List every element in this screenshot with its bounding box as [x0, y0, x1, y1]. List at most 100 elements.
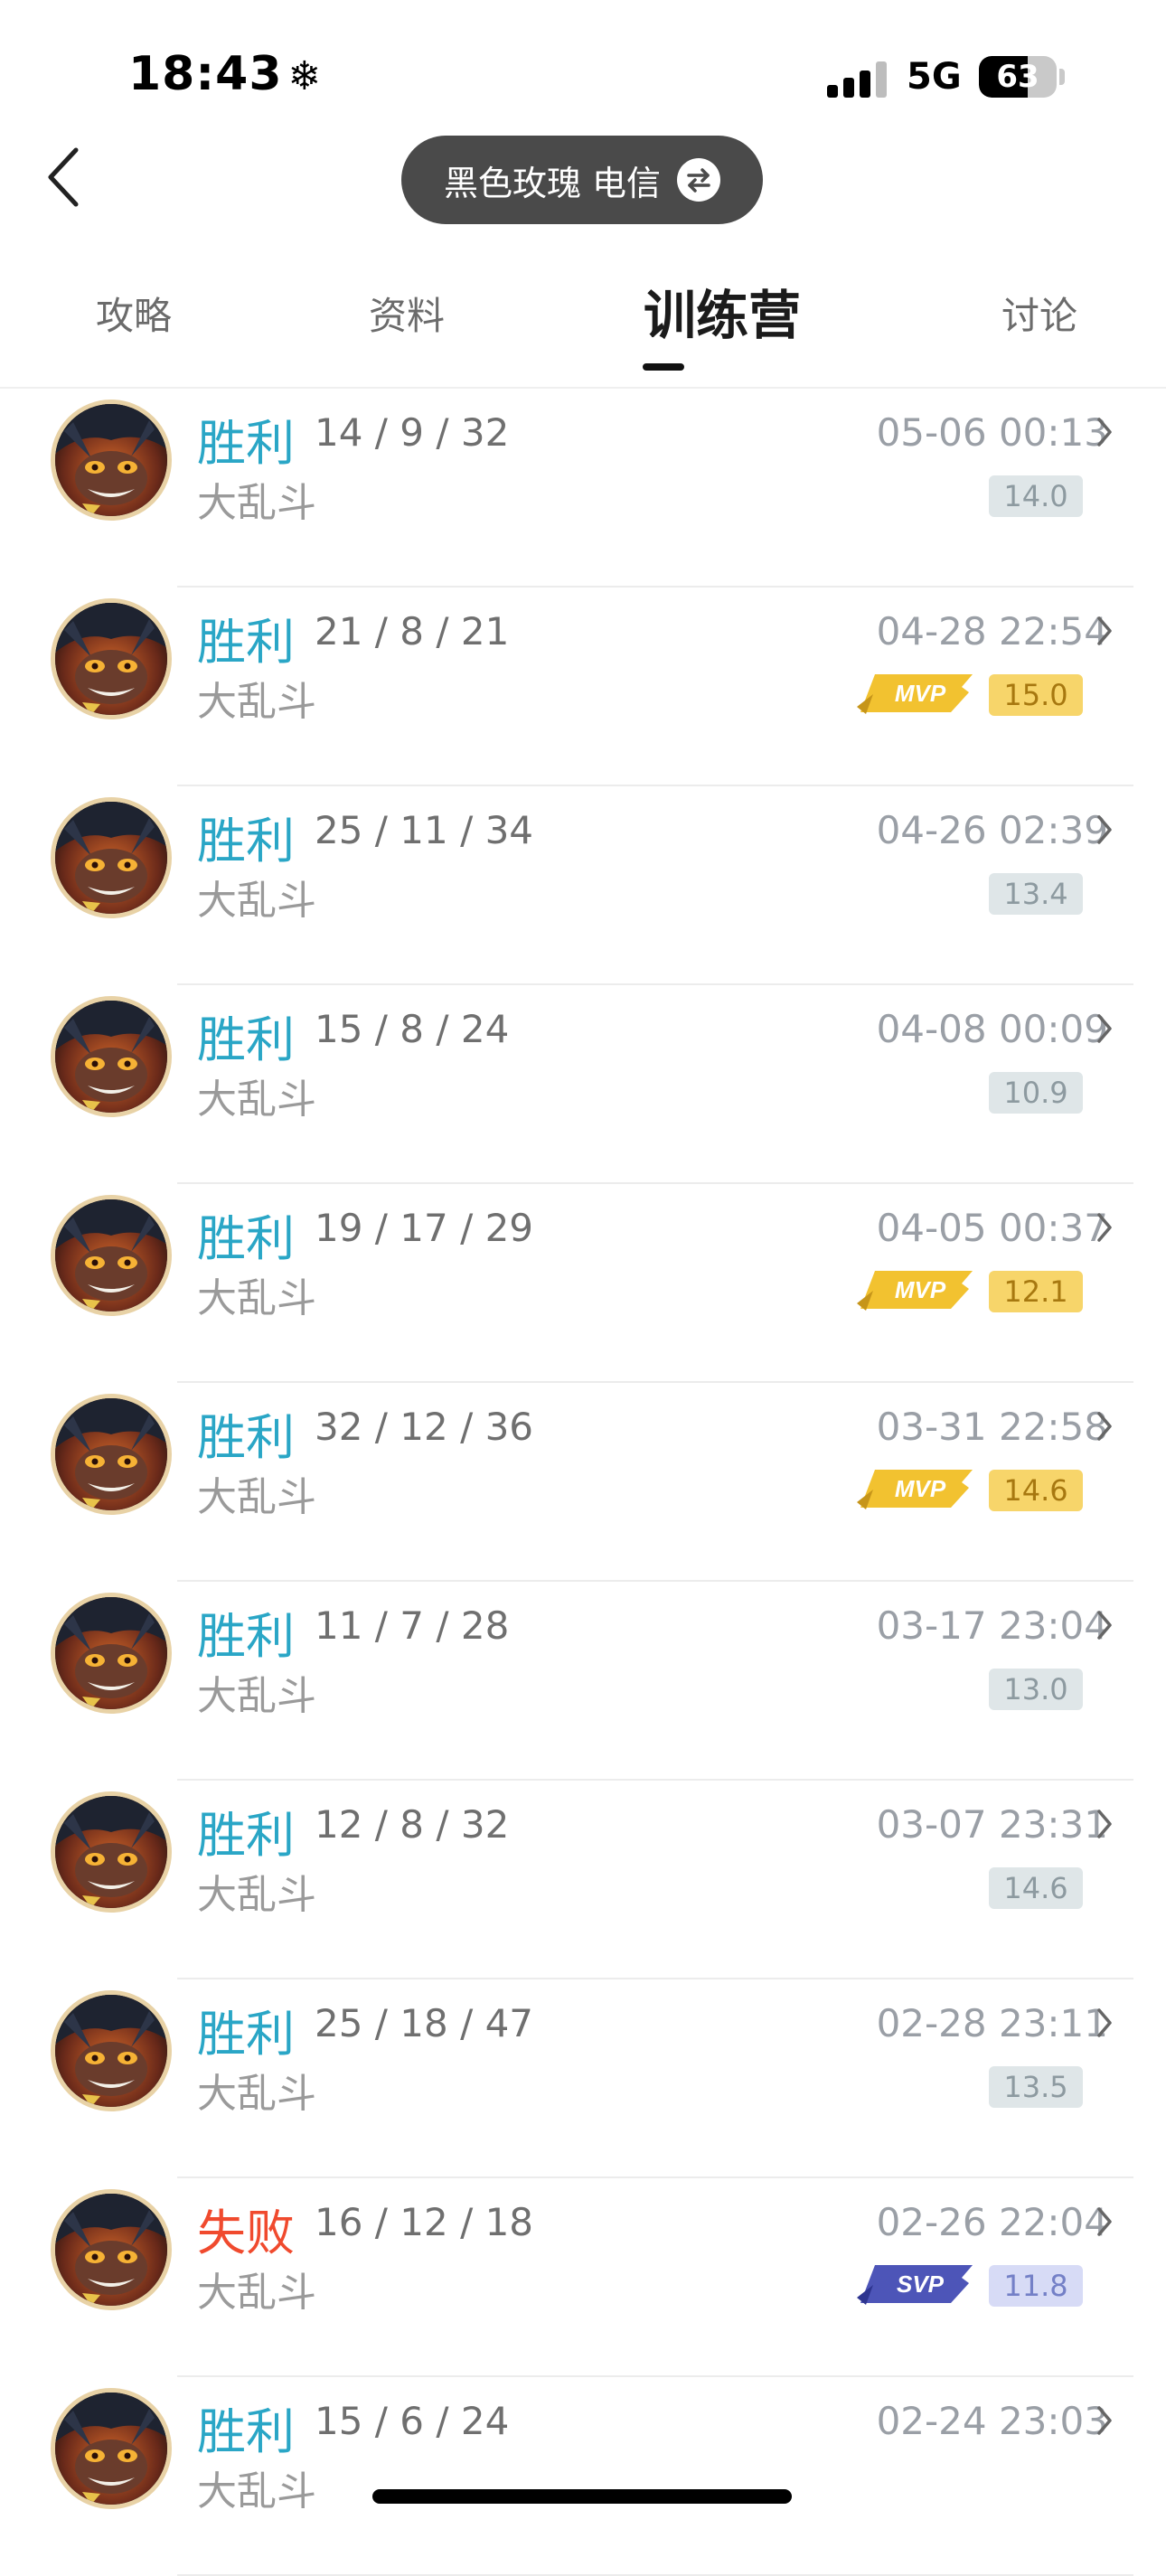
match-kda: 25 / 11 / 34	[315, 808, 534, 852]
tab-discussion[interactable]: 讨论	[1001, 286, 1077, 341]
match-mode: 大乱斗	[197, 2270, 316, 2316]
match-row[interactable]: 失败 16 / 12 / 18 大乱斗 02-26 22:04 SVP SVP 11.8	[0, 2178, 1166, 2377]
match-mode: 大乱斗	[197, 679, 316, 725]
match-score: 13.0	[989, 1669, 1083, 1710]
chevron-right-icon	[1094, 414, 1115, 450]
match-datetime: 02-24 23:03	[876, 2399, 1108, 2443]
match-result: 胜利	[197, 1807, 295, 1864]
svg-text:MVP: MVP	[895, 1276, 946, 1303]
battery-cap	[1059, 69, 1065, 85]
match-row[interactable]: 胜利 19 / 17 / 29 大乱斗 04-05 00:37 MVP MVP 12.1	[0, 1184, 1166, 1383]
match-kda: 21 / 8 / 21	[315, 609, 510, 653]
match-score: 15.0	[989, 674, 1083, 716]
match-result: 胜利	[197, 614, 295, 671]
svg-text:SVP: SVP	[897, 2270, 945, 2298]
hero-avatar	[51, 996, 172, 1117]
battery-percent: 63	[996, 59, 1039, 95]
hero-avatar	[51, 598, 172, 719]
battery-icon: 63	[979, 56, 1057, 98]
chevron-right-icon	[1094, 2402, 1115, 2439]
chevron-right-icon	[1094, 1806, 1115, 1842]
match-mode: 大乱斗	[197, 1474, 316, 1520]
hero-avatar	[51, 1593, 172, 1714]
match-datetime: 03-31 22:58	[876, 1405, 1108, 1449]
match-datetime: 04-05 00:37	[876, 1206, 1108, 1250]
status-bar: 18:43 ❄ 5G 63	[0, 0, 1166, 136]
hero-avatar	[51, 1791, 172, 1913]
match-kda: 14 / 9 / 32	[315, 410, 510, 455]
match-result: 失败	[197, 2205, 295, 2261]
hero-avatar	[51, 1990, 172, 2111]
account-switcher[interactable]: 黑色玫瑰 电信	[401, 136, 763, 224]
snowflake-icon: ❄	[287, 53, 323, 99]
match-score: 14.6	[989, 1867, 1083, 1909]
match-row[interactable]: 胜利 25 / 18 / 47 大乱斗 02-28 23:11 13.5	[0, 1979, 1166, 2178]
match-mode: 大乱斗	[197, 2071, 316, 2117]
match-datetime: 05-06 00:13	[876, 410, 1108, 455]
chevron-right-icon	[1094, 2204, 1115, 2240]
chevron-right-icon	[1094, 613, 1115, 649]
match-score: 10.9	[989, 1072, 1083, 1114]
match-datetime: 03-17 23:04	[876, 1603, 1108, 1648]
back-button[interactable]	[38, 145, 92, 210]
match-row[interactable]: 胜利 15 / 8 / 24 大乱斗 04-08 00:09 10.9	[0, 985, 1166, 1184]
mvp-badge-icon: MVP MVP	[853, 1264, 976, 1314]
hero-avatar	[51, 1394, 172, 1515]
hero-avatar	[51, 797, 172, 918]
tab-active-indicator	[643, 363, 684, 371]
match-score: 13.4	[989, 873, 1083, 915]
mvp-badge-icon: MVP MVP	[853, 667, 976, 718]
match-result: 胜利	[197, 813, 295, 870]
svg-text:MVP: MVP	[895, 680, 946, 707]
match-result: 胜利	[197, 2403, 295, 2460]
tab-training-camp[interactable]: 训练营	[644, 273, 801, 349]
match-mode: 大乱斗	[197, 1673, 316, 1719]
match-kda: 16 / 12 / 18	[315, 2200, 534, 2244]
match-score: 14.0	[989, 475, 1083, 517]
match-datetime: 02-28 23:11	[876, 2001, 1108, 2045]
match-row[interactable]: 胜利 15 / 6 / 24 大乱斗 02-24 23:03	[0, 2377, 1166, 2576]
account-label: 黑色玫瑰 电信	[443, 163, 662, 203]
match-result: 胜利	[197, 2006, 295, 2063]
match-mode: 大乱斗	[197, 2468, 316, 2515]
match-datetime: 02-26 22:04	[876, 2200, 1108, 2244]
match-kda: 32 / 12 / 36	[315, 1405, 534, 1449]
match-row[interactable]: 胜利 21 / 8 / 21 大乱斗 04-28 22:54 MVP MVP 15.0	[0, 588, 1166, 786]
tab-bar: 攻略 资料 训练营 讨论	[0, 262, 1166, 389]
match-mode: 大乱斗	[197, 480, 316, 526]
status-time-text: 18:43	[128, 47, 283, 101]
match-list: 胜利 14 / 9 / 32 大乱斗 05-06 00:13 14.0 胜利 21 / 8…	[0, 389, 1166, 2576]
match-kda: 11 / 7 / 28	[315, 1603, 510, 1648]
match-row[interactable]: 胜利 11 / 7 / 28 大乱斗 03-17 23:04 13.0	[0, 1582, 1166, 1781]
match-row[interactable]: 胜利 25 / 11 / 34 大乱斗 04-26 02:39 13.4	[0, 786, 1166, 985]
match-kda: 15 / 8 / 24	[315, 1007, 510, 1051]
mvp-badge-icon: MVP MVP	[853, 1462, 976, 1513]
match-datetime: 03-07 23:31	[876, 1802, 1108, 1847]
swap-icon	[677, 158, 721, 202]
home-indicator	[372, 2489, 792, 2504]
tab-profile[interactable]: 资料	[369, 286, 445, 341]
chevron-left-icon	[48, 147, 79, 207]
match-result: 胜利	[197, 1608, 295, 1665]
match-mode: 大乱斗	[197, 1872, 316, 1918]
chevron-right-icon	[1094, 1209, 1115, 1246]
match-result: 胜利	[197, 415, 295, 472]
match-score: 11.8	[989, 2265, 1083, 2307]
match-row[interactable]: 胜利 32 / 12 / 36 大乱斗 03-31 22:58 MVP MVP 14.6	[0, 1383, 1166, 1582]
tab-guide[interactable]: 攻略	[96, 286, 172, 341]
hero-avatar	[51, 400, 172, 521]
status-time: 18:43 ❄	[128, 47, 322, 101]
match-result: 胜利	[197, 1409, 295, 1466]
network-type: 5G	[907, 56, 962, 98]
match-score: 12.1	[989, 1271, 1083, 1312]
chevron-right-icon	[1094, 1408, 1115, 1444]
match-row[interactable]: 胜利 12 / 8 / 32 大乱斗 03-07 23:31 14.6	[0, 1781, 1166, 1979]
match-mode: 大乱斗	[197, 878, 316, 924]
chevron-right-icon	[1094, 1011, 1115, 1047]
match-kda: 15 / 6 / 24	[315, 2399, 510, 2443]
match-row[interactable]: 胜利 14 / 9 / 32 大乱斗 05-06 00:13 14.0	[0, 389, 1166, 588]
match-datetime: 04-26 02:39	[876, 808, 1108, 852]
match-kda: 25 / 18 / 47	[315, 2001, 534, 2045]
svp-badge-icon: SVP SVP	[853, 2258, 976, 2308]
match-mode: 大乱斗	[197, 1275, 316, 1321]
